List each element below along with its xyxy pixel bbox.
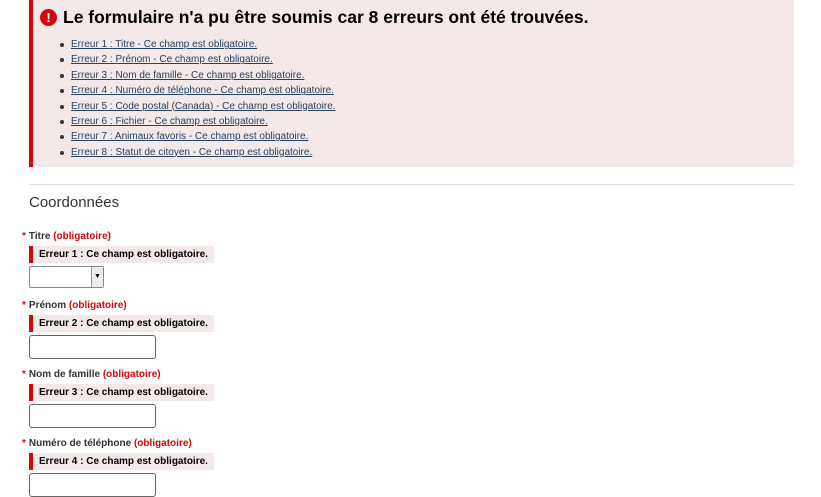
- error-list-item: Erreur 8 : Statut de citoyen - Ce champ …: [57, 146, 336, 161]
- required-text: (obligatoire): [133, 438, 192, 449]
- prenom-input[interactable]: [29, 335, 156, 359]
- field-nom-de-famille: * Nom de famille (obligatoire) Erreur 3 :…: [22, 368, 214, 428]
- field-label-text: Nom de famille: [28, 369, 101, 380]
- error-link-7[interactable]: Erreur 7 : Animaux favoris - Ce champ es…: [71, 131, 308, 142]
- titre-select[interactable]: ▼: [29, 266, 104, 288]
- error-summary: ! Le formulaire n'a pu être soumis car 8…: [29, 0, 794, 167]
- exclamation-circle-icon: !: [40, 9, 57, 26]
- required-marker: *: [22, 300, 26, 311]
- error-list-item: Erreur 5 : Code postal (Canada) - Ce cha…: [57, 100, 336, 115]
- error-list-item: Erreur 2 : Prénom - Ce champ est obligat…: [57, 53, 336, 68]
- error-summary-heading: ! Le formulaire n'a pu être soumis car 8…: [40, 7, 588, 28]
- field-prenom: * Prénom (obligatoire) Erreur 2 : Ce cham…: [22, 299, 214, 359]
- error-link-4[interactable]: Erreur 4 : Numéro de téléphone - Ce cham…: [71, 85, 334, 96]
- field-error-message: Erreur 2 : Ce champ est obligatoire.: [29, 315, 214, 332]
- field-error-message: Erreur 1 : Ce champ est obligatoire.: [29, 246, 214, 263]
- required-text: (obligatoire): [68, 300, 127, 311]
- chevron-down-icon[interactable]: ▼: [91, 267, 103, 287]
- section-legend: Coordonnées: [29, 194, 120, 211]
- required-marker: *: [22, 369, 26, 380]
- field-error-message: Erreur 3 : Ce champ est obligatoire.: [29, 384, 214, 401]
- field-numero-de-telephone: * Numéro de téléphone (obligatoire) Erreu…: [22, 437, 214, 497]
- field-label-text: Numéro de téléphone: [28, 438, 132, 449]
- error-list-item: Erreur 3 : Nom de famille - Ce champ est…: [57, 69, 336, 84]
- field-label: * Prénom (obligatoire): [22, 299, 214, 313]
- error-link-6[interactable]: Erreur 6 : Fichier - Ce champ est obliga…: [71, 116, 268, 127]
- error-list-item: Erreur 7 : Animaux favoris - Ce champ es…: [57, 130, 336, 145]
- error-link-5[interactable]: Erreur 5 : Code postal (Canada) - Ce cha…: [71, 101, 336, 112]
- error-list-item: Erreur 1 : Titre - Ce champ est obligato…: [57, 38, 336, 53]
- field-error-message: Erreur 4 : Ce champ est obligatoire.: [29, 453, 214, 470]
- telephone-input[interactable]: [29, 473, 156, 497]
- section-divider: [29, 184, 794, 185]
- error-summary-title: Le formulaire n'a pu être soumis car 8 e…: [63, 7, 589, 27]
- required-text: (obligatoire): [53, 231, 111, 242]
- field-label-text: Titre: [28, 231, 51, 242]
- field-label-text: Prénom: [28, 300, 67, 311]
- error-link-3[interactable]: Erreur 3 : Nom de famille - Ce champ est…: [71, 70, 304, 81]
- required-marker: *: [22, 231, 26, 242]
- required-marker: *: [22, 438, 26, 449]
- field-titre: * Titre (obligatoire) Erreur 1 : Ce champ…: [22, 230, 214, 288]
- field-label: * Numéro de téléphone (obligatoire): [22, 437, 214, 451]
- error-list: Erreur 1 : Titre - Ce champ est obligato…: [57, 38, 336, 161]
- error-link-8[interactable]: Erreur 8 : Statut de citoyen - Ce champ …: [71, 147, 312, 158]
- error-list-item: Erreur 6 : Fichier - Ce champ est obliga…: [57, 115, 336, 130]
- error-link-1[interactable]: Erreur 1 : Titre - Ce champ est obligato…: [71, 39, 257, 50]
- field-label: * Titre (obligatoire): [22, 230, 214, 244]
- field-label: * Nom de famille (obligatoire): [22, 368, 214, 382]
- error-link-2[interactable]: Erreur 2 : Prénom - Ce champ est obligat…: [71, 54, 273, 65]
- error-list-item: Erreur 4 : Numéro de téléphone - Ce cham…: [57, 84, 336, 99]
- nom-de-famille-input[interactable]: [29, 404, 156, 428]
- required-text: (obligatoire): [102, 369, 161, 380]
